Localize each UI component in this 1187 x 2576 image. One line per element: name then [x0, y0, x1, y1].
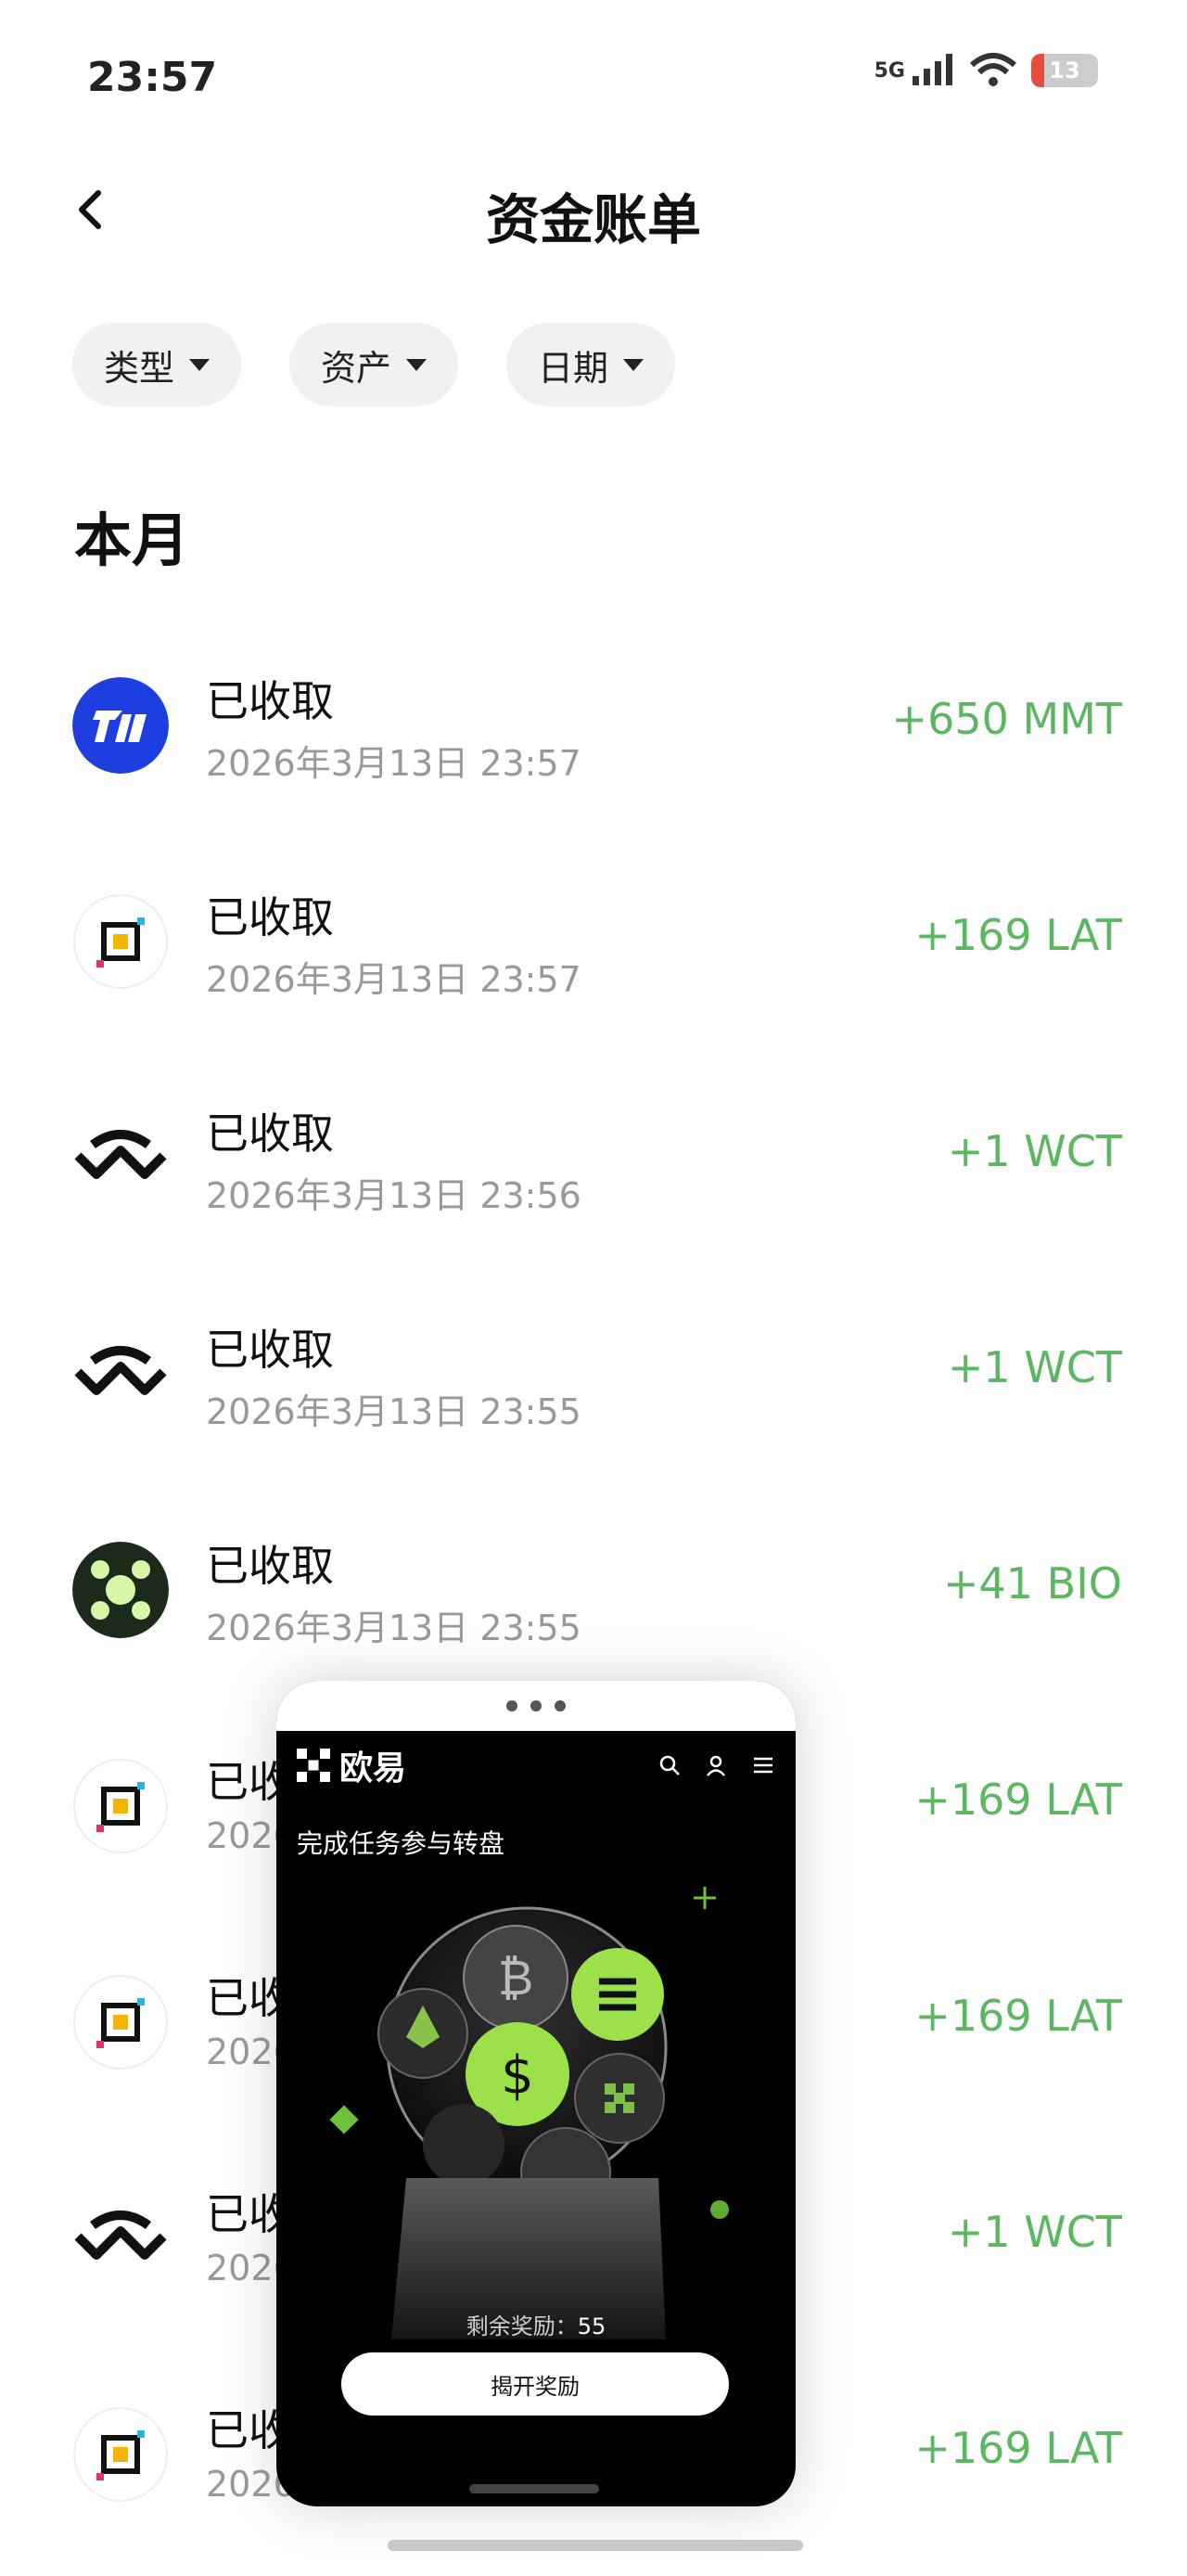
transaction-amount: +169 LAT — [914, 1991, 1122, 2041]
transaction-date: 2026年3月13日 23:57 — [206, 959, 581, 1000]
okx-logo-icon — [297, 1749, 330, 1782]
caret-down-icon — [406, 358, 428, 371]
lat-logo-icon — [73, 2407, 168, 2502]
status-time: 23:57 — [87, 54, 218, 101]
transaction-amount: +41 BIO — [942, 1558, 1122, 1608]
more-dot-icon — [506, 1700, 517, 1711]
wct-logo-icon — [74, 1130, 167, 1179]
wifi-icon — [970, 53, 1016, 86]
transaction-label: 已收取 — [206, 676, 334, 726]
battery-level: 13 — [1049, 58, 1080, 83]
transaction-label: 已收取 — [206, 1541, 334, 1591]
svg-text:₿: ₿ — [498, 1951, 534, 2006]
transaction-date: 2026年3月13日 23:55 — [206, 1608, 581, 1648]
caret-down-icon — [189, 358, 211, 371]
transaction-amount: +169 LAT — [914, 2423, 1122, 2473]
filter-date[interactable]: 日期 — [506, 323, 676, 406]
remaining-reward: 剩余奖励：55 — [276, 2308, 796, 2340]
wct-logo-icon — [74, 1346, 167, 1395]
remaining-label: 剩余奖励： — [466, 2313, 578, 2339]
transaction-amount: +650 MMT — [891, 694, 1122, 744]
network-label: 5G — [874, 58, 905, 83]
transaction-row[interactable]: 已收取 2026年3月13日 23:57 +169 LAT — [0, 847, 1187, 1063]
status-icons: 5G 13 — [874, 52, 1098, 89]
search-icon[interactable] — [658, 1754, 681, 1776]
section-title: 本月 — [74, 506, 190, 574]
transaction-label: 已收取 — [206, 892, 334, 942]
transaction-amount: +1 WCT — [947, 1126, 1122, 1176]
promo-popup[interactable]: 欧易 完成任务参与转盘 ₿ $ 剩余奖励：55 揭开奖励 — [276, 1681, 796, 2506]
transaction-row[interactable]: 已收取 2026年3月13日 23:55 +1 WCT — [0, 1279, 1187, 1495]
transaction-row[interactable]: 已收取 2026年3月13日 23:57 +650 MMT — [0, 631, 1187, 847]
popup-handle[interactable] — [469, 2484, 599, 2493]
transaction-amount: +1 WCT — [947, 2207, 1122, 2257]
popup-drag-bar[interactable] — [276, 1681, 796, 1731]
status-bar: 23:57 5G 13 — [0, 0, 1187, 148]
transaction-row[interactable]: 已收取 2026年3月13日 23:56 +1 WCT — [0, 1063, 1187, 1279]
popup-nav-icons — [658, 1754, 775, 1776]
mmt-logo-icon — [72, 677, 169, 774]
user-icon[interactable] — [705, 1754, 727, 1776]
home-indicator[interactable] — [388, 2540, 803, 2551]
filter-type-label: 类型 — [104, 347, 175, 389]
reveal-reward-button[interactable]: 揭开奖励 — [341, 2352, 729, 2416]
caret-down-icon — [623, 358, 645, 371]
lat-logo-icon — [73, 894, 168, 989]
transaction-amount: +169 LAT — [914, 910, 1122, 960]
filter-date-label: 日期 — [538, 347, 609, 389]
filter-type[interactable]: 类型 — [72, 323, 242, 406]
transaction-amount: +169 LAT — [914, 1775, 1122, 1825]
page-header: 资金账单 — [0, 167, 1187, 251]
wct-logo-icon — [74, 2211, 167, 2260]
bio-logo-icon — [72, 1542, 169, 1638]
filter-asset[interactable]: 资产 — [289, 323, 459, 406]
signal-icon — [913, 54, 952, 85]
transaction-label: 已收取 — [206, 1325, 334, 1375]
promo-title: 完成任务参与转盘 — [297, 1828, 505, 1859]
filter-bar: 类型 资产 日期 — [72, 323, 676, 406]
transaction-date: 2026年3月13日 23:56 — [206, 1175, 581, 1216]
page-title: 资金账单 — [485, 188, 701, 251]
more-dot-icon — [530, 1700, 542, 1711]
menu-icon[interactable] — [751, 1754, 775, 1776]
transaction-row[interactable]: 已收取 2026年3月13日 23:55 +41 BIO — [0, 1495, 1187, 1711]
battery-icon: 13 — [1031, 54, 1098, 87]
transaction-date: 2026年3月13日 23:55 — [206, 1391, 581, 1432]
popup-nav: 欧易 — [276, 1731, 796, 1800]
transaction-amount: +1 WCT — [947, 1342, 1122, 1392]
lat-logo-icon — [73, 1975, 168, 2070]
transaction-label: 已收取 — [206, 1109, 334, 1159]
more-dot-icon — [555, 1700, 566, 1711]
brand-name: 欧易 — [339, 1749, 407, 1788]
lat-logo-icon — [73, 1759, 168, 1853]
remaining-value: 55 — [577, 2313, 606, 2339]
svg-text:$: $ — [501, 2045, 534, 2106]
transaction-date: 2026年3月13日 23:57 — [206, 743, 581, 784]
filter-asset-label: 资产 — [321, 347, 392, 389]
